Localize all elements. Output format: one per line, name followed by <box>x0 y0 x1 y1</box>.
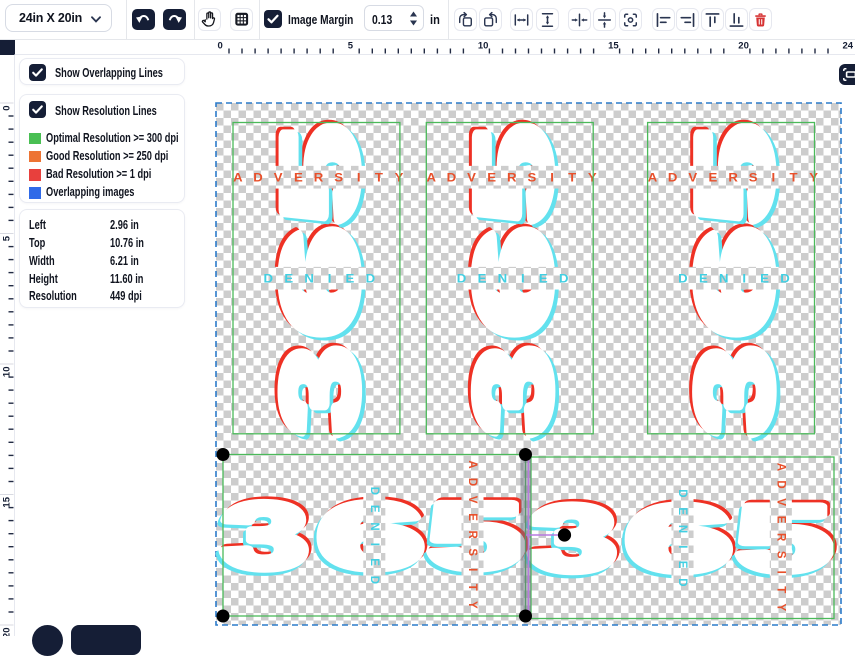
svg-text:10: 10 <box>478 41 489 52</box>
svg-text:20: 20 <box>738 41 749 52</box>
svg-text:24: 24 <box>843 41 854 52</box>
svg-text:0: 0 <box>218 41 223 52</box>
svg-text:0: 0 <box>2 106 13 111</box>
svg-text:15: 15 <box>2 496 13 507</box>
svg-text:5: 5 <box>348 41 354 52</box>
svg-text:15: 15 <box>608 41 619 52</box>
svg-text:5: 5 <box>2 235 13 241</box>
svg-text:20: 20 <box>2 628 13 637</box>
svg-text:10: 10 <box>2 367 13 378</box>
